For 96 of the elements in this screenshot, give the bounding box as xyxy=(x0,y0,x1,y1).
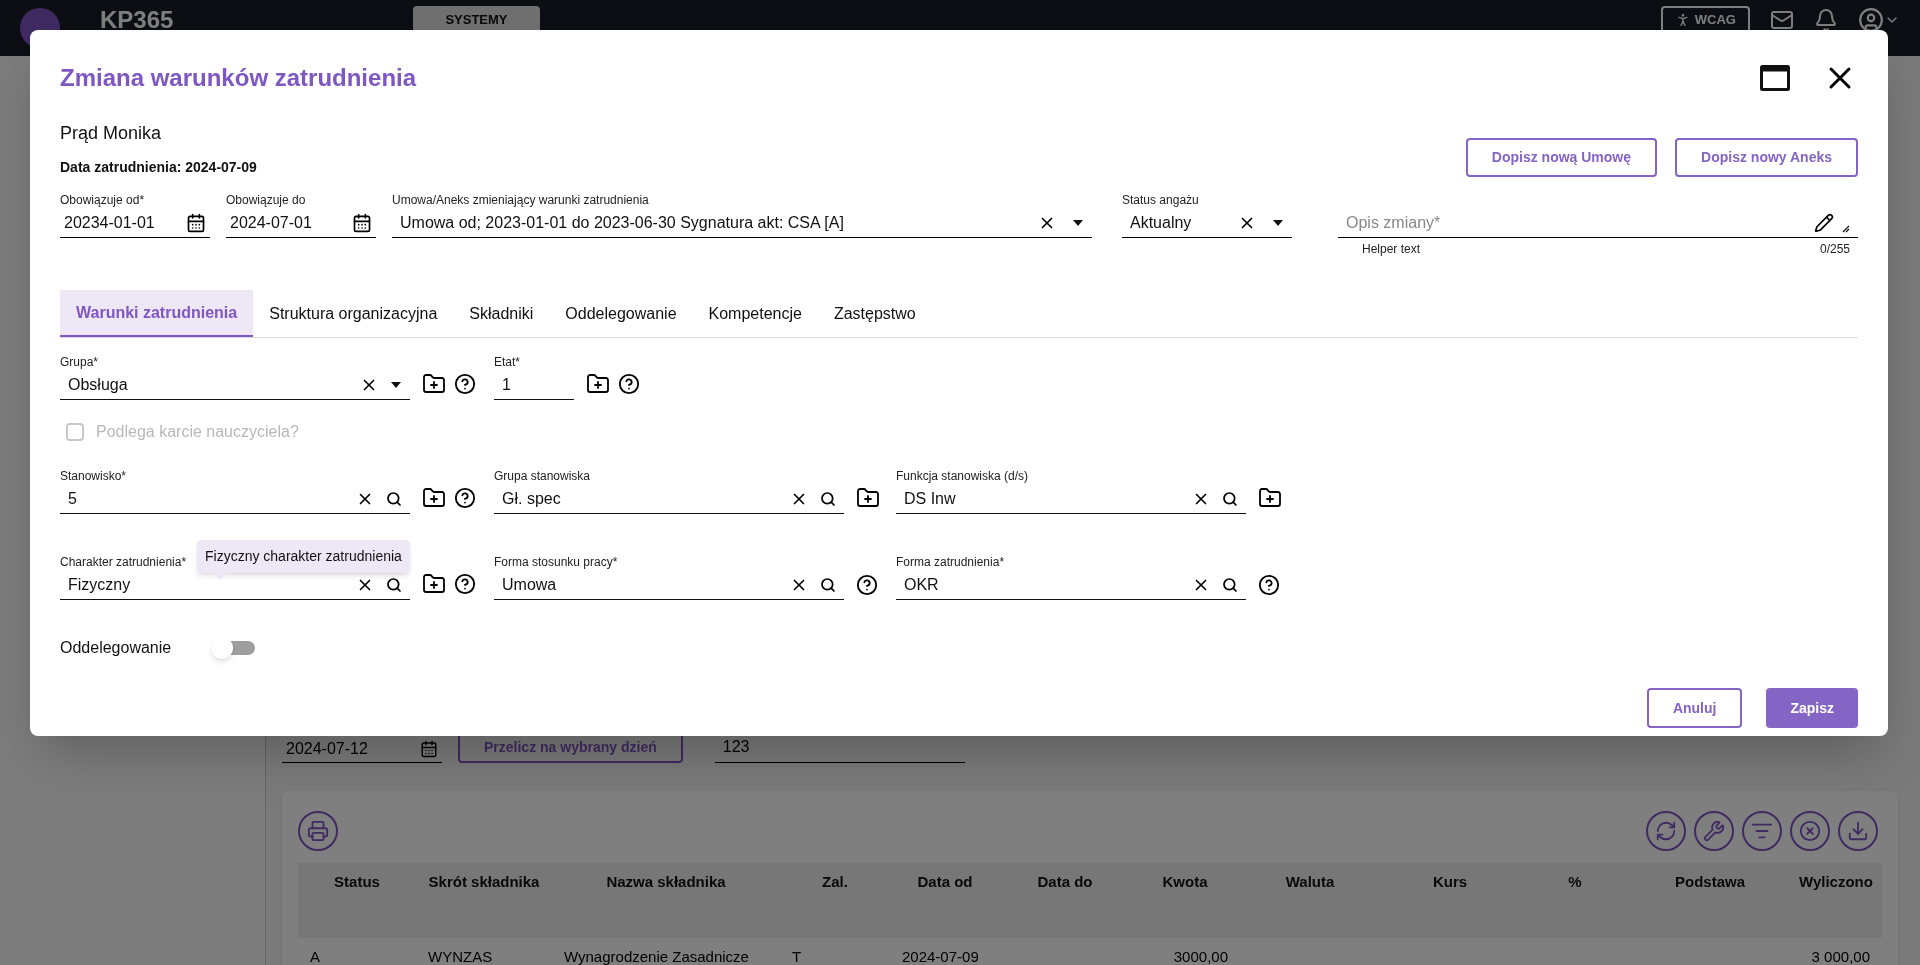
column-header: Skrót składnika xyxy=(427,872,541,892)
calendar-icon[interactable] xyxy=(352,212,372,233)
help-icon[interactable] xyxy=(618,373,640,395)
wrench-icon[interactable] xyxy=(1694,811,1734,851)
column-header: Nazwa składnika xyxy=(605,872,727,892)
caret-icon[interactable] xyxy=(1272,218,1284,227)
column-header: Data do xyxy=(1036,872,1094,892)
field-label: Umowa/Aneks zmieniający warunki zatrudnienia xyxy=(392,192,650,208)
column-header: Podstawa xyxy=(1674,872,1746,892)
helper-text: Helper text xyxy=(1362,241,1421,258)
download-icon[interactable] xyxy=(1838,811,1878,851)
input-field[interactable]: 5 xyxy=(60,484,410,514)
help-icon[interactable] xyxy=(1258,574,1280,596)
tooltip: Fizyczny charakter zatrudnienia xyxy=(197,540,410,579)
tab[interactable]: Kompetencje xyxy=(692,290,818,337)
column-header: Status xyxy=(333,872,381,892)
field-label: Forma stosunku pracy* xyxy=(494,554,618,570)
select-field[interactable]: Aktualny xyxy=(1122,208,1292,238)
calendar-icon[interactable] xyxy=(186,212,206,233)
field-label: Forma zatrudnienia* xyxy=(896,554,1005,570)
field-label: Grupa stanowiska xyxy=(494,468,591,484)
help-icon[interactable] xyxy=(454,573,476,595)
search-icon[interactable] xyxy=(386,490,402,507)
input-field[interactable]: DS Inw xyxy=(896,484,1246,514)
field-label: Grupa* xyxy=(60,354,99,370)
help-icon[interactable] xyxy=(454,373,476,395)
column-header: Kurs xyxy=(1431,872,1469,892)
field-label: Funkcja stanowiska (d/s) xyxy=(896,468,1029,484)
table-cell-text: 3 000,00 xyxy=(1810,947,1871,965)
save-button[interactable]: Zapisz xyxy=(1766,688,1858,728)
search-icon[interactable] xyxy=(386,576,402,593)
field-label: Etat* xyxy=(494,354,520,370)
caret-icon[interactable] xyxy=(1072,218,1084,227)
column-header: % xyxy=(1567,872,1583,892)
hire-date: Data zatrudnienia: 2024-07-09 xyxy=(60,158,257,177)
column-header: Kwota xyxy=(1161,872,1209,892)
table-cell-text: A xyxy=(309,947,321,965)
edit-icon[interactable] xyxy=(1814,212,1834,233)
refresh-icon[interactable] xyxy=(1646,811,1686,851)
table-cell-text: Wynagrodzenie Zasadnicze xyxy=(563,947,750,965)
logo-text: KP365 xyxy=(100,5,174,35)
column-header: Data od xyxy=(916,872,974,892)
filter-icon[interactable] xyxy=(1742,811,1782,851)
caret-icon[interactable] xyxy=(390,380,402,389)
table-cell-text: WYNZAS xyxy=(427,947,494,965)
input-field[interactable]: Umowa xyxy=(494,570,844,600)
table-cell-text: 2024-07-09 xyxy=(901,947,980,965)
search-icon[interactable] xyxy=(1222,576,1238,593)
tab[interactable]: Warunki zatrudnienia xyxy=(60,290,254,337)
tab[interactable]: Struktura organizacyjna xyxy=(253,290,454,337)
column-header: Zal. xyxy=(821,872,849,892)
add-folder-icon[interactable] xyxy=(422,372,446,396)
bell-icon[interactable] xyxy=(1814,8,1838,32)
input-field[interactable]: Gł. spec xyxy=(494,484,844,514)
field-label: Obowiązuje do xyxy=(226,192,307,208)
resize-handle-icon[interactable] xyxy=(1842,225,1850,233)
description-field[interactable]: Opis zmiany* xyxy=(1338,208,1858,238)
dialog-title: Zmiana warunków zatrudnienia xyxy=(60,63,417,93)
add-folder-icon[interactable] xyxy=(586,372,610,396)
employee-name: Prąd Monika xyxy=(60,122,163,145)
help-icon[interactable] xyxy=(856,574,878,596)
input-field[interactable]: 1 xyxy=(494,370,574,400)
add-document-button[interactable]: Dopisz nową Umowę xyxy=(1465,138,1658,177)
add-folder-icon[interactable] xyxy=(856,486,880,510)
toggle-label: Oddelegowanie xyxy=(60,638,172,658)
search-icon[interactable] xyxy=(820,576,836,593)
select-field[interactable]: Umowa od; 2023-01-01 do 2023-06-30 Sygnatura akt: CSA [A] xyxy=(392,208,1092,238)
input-field[interactable]: OKR xyxy=(896,570,1246,600)
mail-icon[interactable] xyxy=(1770,8,1794,32)
column-header: Wyliczono xyxy=(1798,872,1874,892)
search-icon[interactable] xyxy=(1222,490,1238,507)
help-icon[interactable] xyxy=(454,487,476,509)
cancel-button[interactable]: Anuluj xyxy=(1646,688,1743,728)
tab[interactable]: Składniki xyxy=(453,290,550,337)
print-icon[interactable] xyxy=(298,811,338,851)
field-label: Charakter zatrudnienia* xyxy=(60,554,187,570)
tab[interactable]: Zastępstwo xyxy=(817,290,932,337)
date-field[interactable]: 2024-07-01 xyxy=(226,208,376,238)
add-folder-icon[interactable] xyxy=(422,572,446,596)
field-label: Stanowisko* xyxy=(60,468,127,484)
table-cell-text: T xyxy=(791,947,803,965)
user-icon[interactable] xyxy=(1858,7,1884,33)
add-document-button[interactable]: Dopisz nowy Aneks xyxy=(1675,138,1858,177)
search-icon[interactable] xyxy=(820,490,836,507)
input-field[interactable]: Obsługa xyxy=(60,370,410,400)
table-cell-text: 3000,00 xyxy=(1172,947,1229,965)
field-label: Obowiązuje od* xyxy=(60,192,146,208)
column-header: Waluta xyxy=(1284,872,1336,892)
char-counter: 0/255 xyxy=(1819,241,1850,258)
tab[interactable]: Oddelegowanie xyxy=(549,290,693,337)
add-folder-icon[interactable] xyxy=(1258,486,1282,510)
field-label: Status angażu xyxy=(1122,192,1200,208)
checkbox-label: Podlega karcie nauczyciela? xyxy=(96,422,299,442)
date-field[interactable]: 20234-01-01 xyxy=(60,208,210,238)
add-folder-icon[interactable] xyxy=(422,486,446,510)
maximize-icon[interactable] xyxy=(1760,65,1790,91)
